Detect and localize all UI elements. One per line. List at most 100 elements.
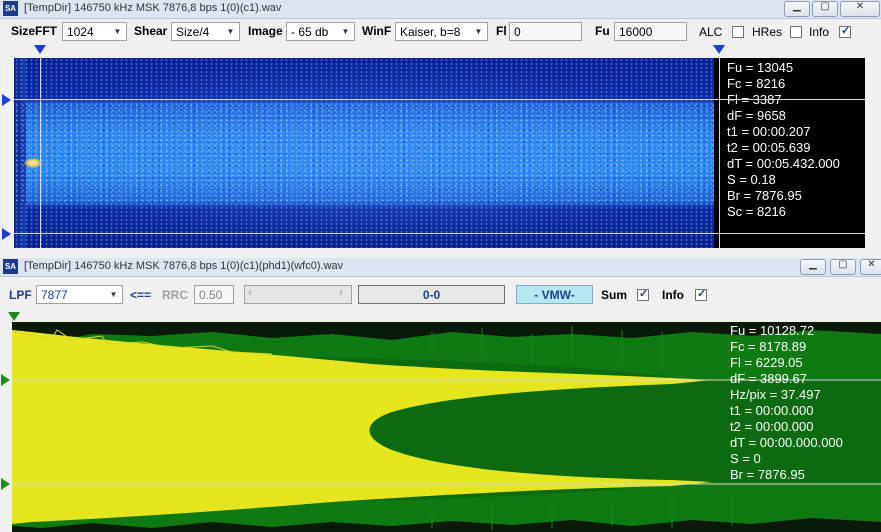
sa-app-icon[interactable]: SA <box>3 259 18 274</box>
freq-cursor-upper[interactable] <box>14 99 865 100</box>
rrc-value: 0.50 <box>199 288 223 302</box>
shear-select[interactable]: Size/4 ▼ <box>171 22 240 41</box>
info-line: dF = 3899.67 <box>730 371 807 386</box>
vmw-label: - VMW- <box>534 288 575 302</box>
fu-input[interactable]: 16000 <box>614 22 687 41</box>
hres-label: HRes <box>752 25 783 39</box>
range-display: 0-0 <box>358 285 505 304</box>
info-checkbox[interactable] <box>839 24 851 38</box>
info-line: Hz/pix = 37.497 <box>730 387 821 402</box>
info-line: t1 = 00:00.207 <box>727 124 811 139</box>
info-line: Fc = 8178.89 <box>730 339 807 354</box>
maximize-icon: ▢ <box>838 259 848 270</box>
chevron-left-icon[interactable]: ‹ <box>248 287 252 299</box>
close-icon: ✕ <box>867 259 876 270</box>
chevron-down-icon[interactable]: ▼ <box>471 24 486 39</box>
minimize-button[interactable]: ▁ <box>784 1 810 17</box>
size-fft-label: SizeFFT <box>11 24 58 38</box>
time-marker-right-icon[interactable] <box>713 45 725 55</box>
maximize-button[interactable]: ▢ <box>812 1 838 17</box>
info-line: Fu = 10128.72 <box>730 323 815 338</box>
info-line: dT = 00:05.432.000 <box>727 156 840 171</box>
maximize-icon: ▢ <box>820 1 830 12</box>
close-icon: ✕ <box>855 1 865 12</box>
alc-label: ALC <box>699 25 723 39</box>
title-bar[interactable]: SA [TempDir] 146750 kHz MSK 7876,8 bps 1… <box>0 0 881 19</box>
info-line: S = 0 <box>730 451 761 466</box>
fl-value: 0 <box>514 25 521 39</box>
freq-cursor-lower[interactable] <box>14 233 865 234</box>
fu-label: Fu <box>595 24 610 38</box>
sum-label: Sum <box>601 288 628 302</box>
info-line: dT = 00:00.000.000 <box>730 435 843 450</box>
image-value: - 65 db <box>291 25 329 39</box>
close-button[interactable]: ✕ <box>840 1 880 17</box>
info-label: Info <box>809 25 830 39</box>
title-bar[interactable]: SA [TempDir] 146750 kHz MSK 7876,8 bps 1… <box>0 258 881 277</box>
rrc-label: RRC <box>162 288 188 302</box>
chevron-right-icon[interactable]: › <box>339 287 343 299</box>
lpf-label: LPF <box>9 288 32 302</box>
scroll-slider[interactable]: ‹ › <box>244 285 352 304</box>
lpf-select[interactable]: 7877 ▼ <box>36 285 123 304</box>
info-line: Fl = 6229.05 <box>730 355 803 370</box>
freq-marker-upper-icon[interactable] <box>2 94 12 106</box>
time-marker-left-icon[interactable] <box>34 45 46 55</box>
spectrogram-info-panel: Fu = 13045 Fc = 8216 Fl = 3387 dF = 9658… <box>721 58 865 248</box>
size-fft-value: 1024 <box>67 25 94 39</box>
info-line: t1 = 00:00.000 <box>730 403 814 418</box>
winf-label: WinF <box>362 24 392 38</box>
alc-checkbox[interactable] <box>732 26 744 38</box>
winf-value: Kaiser, b=8 <box>400 25 461 39</box>
chevron-down-icon[interactable]: ▼ <box>110 24 125 39</box>
spectrogram-toolbar: SizeFFT 1024 ▼ Shear Size/4 ▼ Image - 65… <box>0 19 881 44</box>
chevron-down-icon[interactable]: ▼ <box>106 287 121 302</box>
spectrogram-plot[interactable] <box>14 58 721 248</box>
chevron-down-icon[interactable]: ▼ <box>338 24 353 39</box>
info-line: Sc = 8216 <box>727 204 786 219</box>
maximize-button[interactable]: ▢ <box>830 259 856 275</box>
window-title: [TempDir] 146750 kHz MSK 7876,8 bps 1(0)… <box>24 2 282 14</box>
minimize-icon: ▁ <box>809 259 817 270</box>
chevron-down-icon[interactable]: ▼ <box>223 24 238 39</box>
time-cursor-right[interactable] <box>719 58 720 248</box>
fl-input[interactable]: 0 <box>509 22 582 41</box>
image-select[interactable]: - 65 db ▼ <box>286 22 355 41</box>
info-line: Fc = 8216 <box>727 76 786 91</box>
sum-checkbox[interactable] <box>637 287 649 301</box>
info-label: Info <box>662 288 684 302</box>
info-line: Br = 7876.95 <box>730 467 805 482</box>
back-button[interactable]: <== <box>130 288 151 302</box>
phase-info-panel: Fu = 10128.72 Fc = 8178.89 Fl = 6229.05 … <box>724 322 881 482</box>
info-line: t2 = 00:00.000 <box>730 419 814 434</box>
sa-app-icon[interactable]: SA <box>3 1 18 16</box>
image-label: Image <box>248 24 283 38</box>
info-line: Br = 7876.95 <box>727 188 802 203</box>
info-checkbox[interactable] <box>695 287 707 301</box>
hres-checkbox[interactable] <box>790 26 802 38</box>
info-line: t2 = 00:05.639 <box>727 140 811 155</box>
fl-label: Fl <box>496 24 507 38</box>
rrc-input[interactable]: 0.50 <box>194 285 234 304</box>
close-button[interactable]: ✕ <box>860 259 881 275</box>
shear-label: Shear <box>134 24 168 38</box>
lpf-value: 7877 <box>41 288 68 302</box>
time-cursor-left[interactable] <box>40 58 41 248</box>
vmw-button[interactable]: - VMW- <box>516 285 593 304</box>
shear-value: Size/4 <box>176 25 210 39</box>
info-line: dF = 9658 <box>727 108 786 123</box>
window-title: [TempDir] 146750 kHz MSK 7876,8 bps 1(0)… <box>24 260 344 272</box>
minimize-icon: ▁ <box>793 1 801 12</box>
spectrogram-signal-band <box>14 103 721 203</box>
level-marker-upper-icon[interactable] <box>1 374 11 386</box>
range-value: 0-0 <box>422 288 441 302</box>
spectrogram-window: SA [TempDir] 146750 kHz MSK 7876,8 bps 1… <box>0 0 881 250</box>
level-marker-lower-icon[interactable] <box>1 478 11 490</box>
phase-toolbar: LPF 7877 ▼ <== RRC 0.50 ‹ › 0-0 - VMW- S… <box>0 283 881 308</box>
size-fft-select[interactable]: 1024 ▼ <box>62 22 127 41</box>
time-marker-icon[interactable] <box>8 312 20 322</box>
freq-marker-lower-icon[interactable] <box>2 228 12 240</box>
info-line: S = 0.18 <box>727 172 776 187</box>
winf-select[interactable]: Kaiser, b=8 ▼ <box>395 22 488 41</box>
minimize-button[interactable]: ▁ <box>800 259 826 275</box>
